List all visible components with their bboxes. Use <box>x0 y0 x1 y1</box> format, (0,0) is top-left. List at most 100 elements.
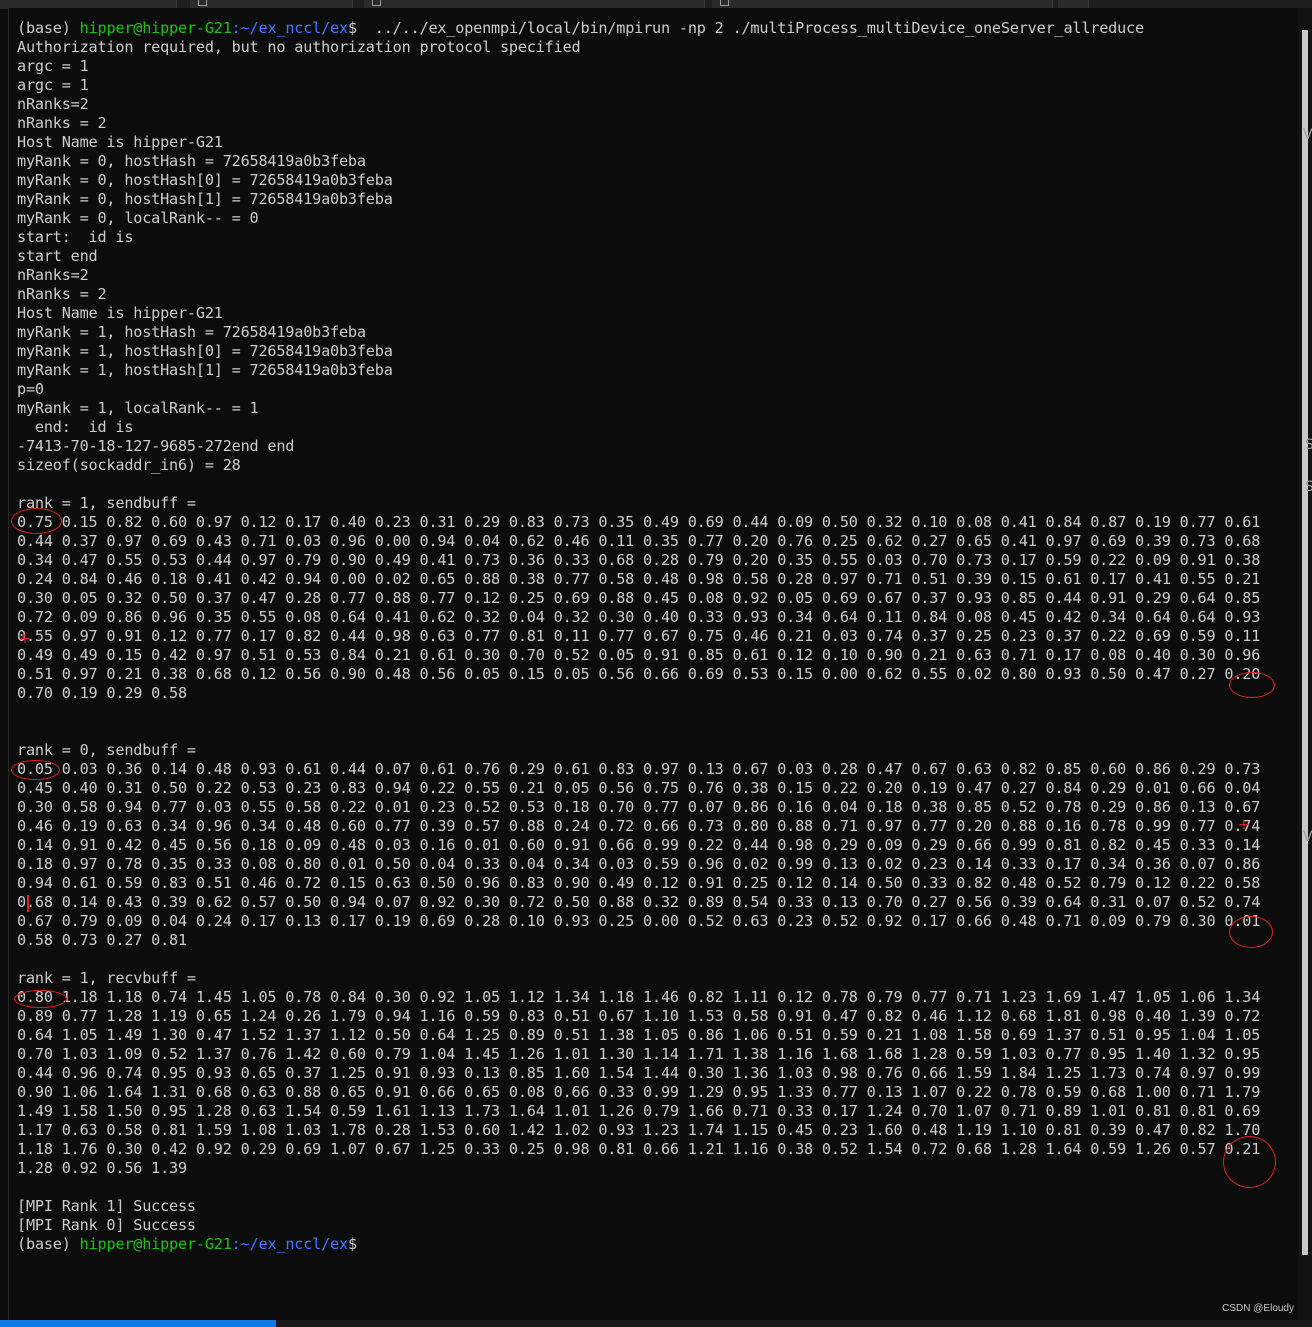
terminal-icon <box>372 0 381 6</box>
output-line: Host Name is hipper-G21 <box>17 133 223 151</box>
output-line: 0.89 0.77 1.28 1.19 0.65 1.24 0.26 1.79 … <box>17 1007 1261 1025</box>
annotation-cross: + <box>19 631 31 647</box>
annotation-circle <box>11 760 60 780</box>
tab-5[interactable] <box>1058 0 1089 8</box>
prompt-env: (base) <box>17 1235 71 1253</box>
output-line: myRank = 1, localRank-- = 1 <box>17 399 259 417</box>
output-line: argc = 1 <box>17 76 89 94</box>
output-line: 1.28 0.92 0.56 1.39 <box>17 1159 187 1177</box>
edge-fragment-icon: V <box>1303 829 1312 845</box>
output-line: 0.30 0.58 0.94 0.77 0.03 0.55 0.58 0.22 … <box>17 798 1261 816</box>
output-line: 0.05 0.03 0.36 0.14 0.48 0.93 0.61 0.44 … <box>17 760 1261 778</box>
output-line: p=0 <box>17 380 44 398</box>
output-line: 0.14 0.91 0.42 0.45 0.56 0.18 0.09 0.48 … <box>17 836 1261 854</box>
output-line: 0.46 0.19 0.63 0.34 0.96 0.34 0.48 0.60 … <box>17 817 1261 835</box>
output-line: sizeof(sockaddr_in6) = 28 <box>17 456 241 474</box>
output-line: 0.75 0.15 0.82 0.60 0.97 0.12 0.17 0.40 … <box>17 513 1261 531</box>
command-line: (base) hipper@hipper-G21:~/ex_nccl/ex$ .… <box>17 19 1260 38</box>
output-line: 0.70 1.03 1.09 0.52 1.37 0.76 1.42 0.60 … <box>17 1045 1261 1063</box>
output-line: 0.55 0.97 0.91 0.12 0.77 0.17 0.82 0.44 … <box>17 627 1261 645</box>
output-line: myRank = 0, hostHash[1] = 72658419a0b3fe… <box>17 190 393 208</box>
output-line: 0.44 0.96 0.74 0.95 0.93 0.65 0.37 1.25 … <box>17 1064 1261 1082</box>
output-line: nRanks = 2 <box>17 114 107 132</box>
prompt-user-host: hipper@hipper-G21 <box>79 19 232 37</box>
output-line: 1.49 1.58 1.50 0.95 1.28 0.63 1.54 0.59 … <box>17 1102 1261 1120</box>
output-line: [MPI Rank 1] Success <box>17 1197 196 1215</box>
vertical-scrollbar[interactable] <box>1298 8 1312 1320</box>
output-line: argc = 1 <box>17 57 89 75</box>
output-line: 0.58 0.73 0.27 0.81 <box>17 931 187 949</box>
final-prompt[interactable]: (base) hipper@hipper-G21:~/ex_nccl/ex$ <box>17 1235 1260 1254</box>
annotation-circle <box>1229 916 1273 948</box>
output-line: start end <box>17 247 98 265</box>
output-lines: Authorization required, but no authoriza… <box>17 38 1260 1235</box>
annotation-circle <box>1229 672 1275 698</box>
tab-3[interactable] <box>364 0 705 8</box>
prompt-dollar: $ <box>347 19 357 37</box>
output-line: rank = 1, recvbuff = <box>17 969 196 987</box>
output-line: myRank = 0, localRank-- = 0 <box>17 209 259 227</box>
output-line: Authorization required, but no authoriza… <box>17 38 581 56</box>
annotation-circle <box>11 508 62 534</box>
output-line: 0.44 0.37 0.97 0.69 0.43 0.71 0.03 0.96 … <box>17 532 1261 550</box>
output-line: 1.18 1.76 0.30 0.42 0.92 0.29 0.69 1.07 … <box>17 1140 1261 1158</box>
prompt-dollar: $ <box>347 1235 357 1253</box>
output-line: myRank = 1, hostHash[0] = 72658419a0b3fe… <box>17 342 393 360</box>
output-line: nRanks = 2 <box>17 285 107 303</box>
output-line: nRanks=2 <box>17 266 89 284</box>
output-line: rank = 1, sendbuff = <box>17 494 196 512</box>
annotation-circle <box>1223 1136 1276 1188</box>
terminal-icon <box>720 0 729 6</box>
output-line: 0.34 0.47 0.55 0.53 0.44 0.97 0.79 0.90 … <box>17 551 1261 569</box>
edge-fragment-icon: S <box>1305 479 1312 495</box>
output-line: start: id is <box>17 228 134 246</box>
annotation-circle <box>14 990 67 1008</box>
output-line: Host Name is hipper-G21 <box>17 304 223 322</box>
output-line: 0.24 0.84 0.46 0.18 0.41 0.42 0.94 0.00 … <box>17 570 1261 588</box>
output-line: 1.17 0.63 0.58 0.81 1.59 1.08 1.03 1.78 … <box>17 1121 1261 1139</box>
output-line: rank = 0, sendbuff = <box>17 741 196 759</box>
watermark: CSDN @Eloudy <box>1222 1303 1294 1314</box>
tab-4[interactable] <box>712 0 1053 8</box>
output-line: 0.80 1.18 1.18 0.74 1.45 1.05 0.78 0.84 … <box>17 988 1261 1006</box>
output-line: myRank = 0, hostHash = 72658419a0b3feba <box>17 152 366 170</box>
output-line: end: id is <box>17 418 134 436</box>
prompt-path: :~/ex_nccl/ex <box>231 19 348 37</box>
output-line: 0.45 0.40 0.31 0.50 0.22 0.53 0.23 0.83 … <box>17 779 1261 797</box>
output-line: 0.90 1.06 1.64 1.31 0.68 0.63 0.88 0.65 … <box>17 1083 1261 1101</box>
annotation-cross: + <box>1238 817 1250 833</box>
terminal-pane[interactable]: (base) hipper@hipper-G21:~/ex_nccl/ex$ .… <box>8 8 1299 1320</box>
output-line: 0.51 0.97 0.21 0.38 0.68 0.12 0.56 0.90 … <box>17 665 1261 683</box>
prompt-path: :~/ex_nccl/ex <box>231 1235 348 1253</box>
output-line: 0.64 1.05 1.49 1.30 0.47 1.52 1.37 1.12 … <box>17 1026 1261 1044</box>
output-line: 0.18 0.97 0.78 0.35 0.33 0.08 0.80 0.01 … <box>17 855 1261 873</box>
terminal-icon <box>198 0 207 6</box>
status-bar <box>0 1320 1312 1327</box>
tab-2[interactable] <box>190 0 353 8</box>
prompt-user-host: hipper@hipper-G21 <box>79 1235 232 1253</box>
output-line: 0.30 0.05 0.32 0.50 0.37 0.47 0.28 0.77 … <box>17 589 1261 607</box>
output-line: myRank = 0, hostHash[0] = 72658419a0b3fe… <box>17 171 393 189</box>
command-text: ../../ex_openmpi/local/bin/mpirun -np 2 … <box>356 19 1144 37</box>
output-line: nRanks=2 <box>17 95 89 113</box>
tab-1[interactable] <box>0 0 177 8</box>
terminal-output: (base) hipper@hipper-G21:~/ex_nccl/ex$ .… <box>17 19 1260 1254</box>
edge-fragment-icon: S <box>1305 437 1312 453</box>
annotation-cursor-mark <box>27 895 29 912</box>
output-line: 0.94 0.61 0.59 0.83 0.51 0.46 0.72 0.15 … <box>17 874 1261 892</box>
output-line: -7413-70-18-127-9685-272end end <box>17 437 295 455</box>
edge-fragment-icon: V <box>1303 127 1312 143</box>
progress-fill <box>0 1320 276 1327</box>
scrollbar-thumb[interactable] <box>1302 30 1308 1255</box>
output-line: myRank = 1, hostHash = 72658419a0b3feba <box>17 323 366 341</box>
output-line: 0.72 0.09 0.86 0.96 0.35 0.55 0.08 0.64 … <box>17 608 1261 626</box>
output-line: 0.70 0.19 0.29 0.58 <box>17 684 187 702</box>
output-line: 0.68 0.14 0.43 0.39 0.62 0.57 0.50 0.94 … <box>17 893 1261 911</box>
output-line: [MPI Rank 0] Success <box>17 1216 196 1234</box>
output-line: myRank = 1, hostHash[1] = 72658419a0b3fe… <box>17 361 393 379</box>
